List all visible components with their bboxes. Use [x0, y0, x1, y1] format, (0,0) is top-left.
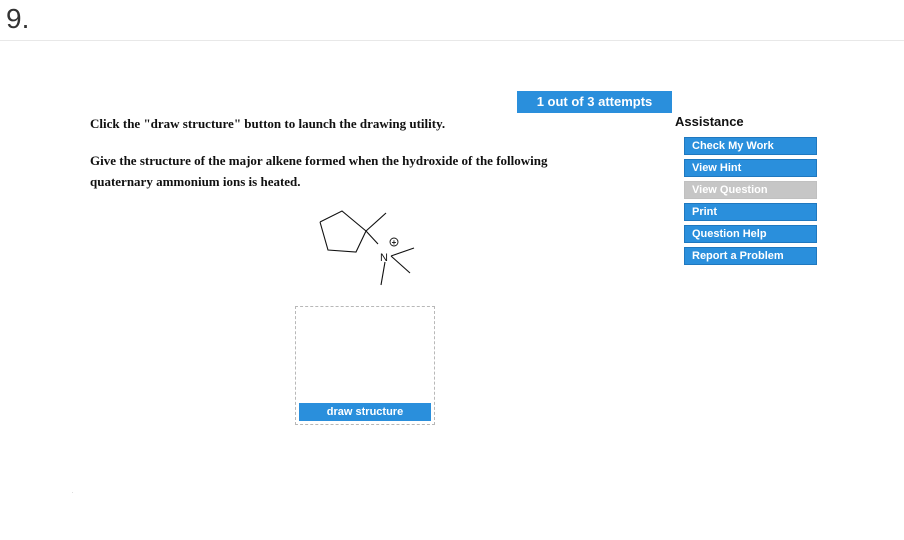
n-methyl-bond-1 — [390, 247, 415, 257]
check-my-work-button[interactable]: Check My Work — [684, 137, 817, 155]
decorative-dot — [72, 492, 73, 493]
attempts-badge: 1 out of 3 attempts — [517, 91, 672, 113]
draw-structure-button[interactable]: draw structure — [299, 403, 431, 421]
instruction-text: Click the "draw structure" button to lau… — [90, 116, 446, 131]
header-divider — [0, 40, 904, 41]
molecule-bonds — [319, 210, 415, 286]
positive-charge-symbol: + — [392, 238, 397, 247]
view-question-button: View Question — [684, 181, 817, 199]
n-methyl-bond-3 — [380, 261, 386, 286]
nitrogen-atom-label: N — [380, 252, 388, 264]
assistance-title: Assistance — [675, 114, 744, 129]
print-button[interactable]: Print — [684, 203, 817, 221]
question-number: 9. — [6, 3, 30, 34]
carbon-nitrogen-bond — [365, 230, 379, 245]
n-methyl-bond-2 — [390, 255, 411, 274]
report-problem-button[interactable]: Report a Problem — [684, 247, 817, 265]
molecule-structure: N + — [319, 210, 415, 286]
cyclopentane-ring — [319, 210, 367, 253]
assistance-panel: Check My Work View Hint View Question Pr… — [684, 137, 817, 269]
view-hint-button[interactable]: View Hint — [684, 159, 817, 177]
methyl-bond — [365, 212, 387, 232]
question-prompt: Give the structure of the major alkene f… — [90, 153, 548, 189]
question-help-button[interactable]: Question Help — [684, 225, 817, 243]
answer-drawing-area[interactable]: draw structure — [295, 306, 435, 425]
